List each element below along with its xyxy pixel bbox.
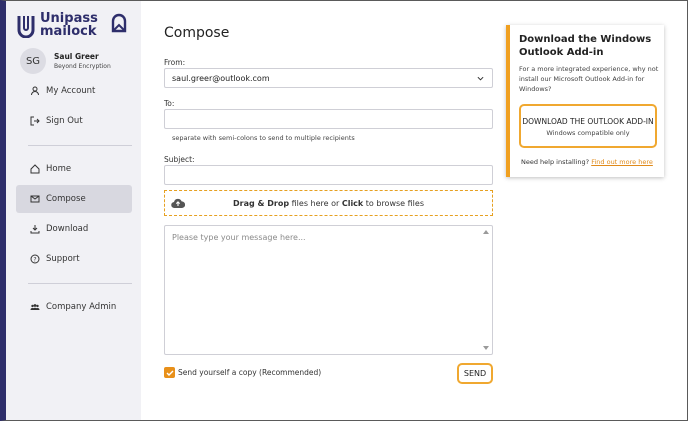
addin-help-text: Need help installing? bbox=[521, 158, 592, 166]
nav-sign-out-label: Sign Out bbox=[46, 116, 83, 126]
help-icon: ? bbox=[30, 254, 40, 264]
download-addin-sublabel: Windows compatible only bbox=[546, 128, 630, 137]
sidebar: Unipass mailock SG Saul Greer Beyond Enc… bbox=[6, 1, 141, 420]
home-icon bbox=[30, 164, 40, 174]
nav-company-admin-label: Company Admin bbox=[46, 302, 117, 312]
scroll-up-arrow[interactable] bbox=[483, 230, 489, 234]
cloud-upload-icon bbox=[171, 198, 185, 209]
find-out-more-link[interactable]: Find out more here bbox=[591, 158, 653, 166]
sidebar-divider bbox=[28, 283, 132, 284]
subject-input[interactable] bbox=[164, 165, 493, 185]
unipass-logo-icon bbox=[17, 16, 35, 38]
nav-home[interactable]: Home bbox=[16, 155, 132, 183]
file-dropzone[interactable]: Drag & Drop files here or Click to brows… bbox=[164, 190, 493, 216]
checkmark-icon bbox=[166, 370, 173, 376]
subject-label: Subject: bbox=[164, 155, 195, 164]
nav-compose[interactable]: Compose bbox=[16, 185, 132, 213]
message-textarea[interactable]: Please type your message here... bbox=[164, 225, 493, 355]
send-copy-option: Send yourself a copy (Recommended) bbox=[164, 367, 321, 378]
nav-download-label: Download bbox=[46, 224, 89, 234]
dropzone-bold-click[interactable]: Click bbox=[342, 199, 363, 208]
brand-name: Unipass mailock bbox=[40, 12, 98, 38]
brand-line-2: mailock bbox=[40, 24, 97, 39]
nav-support[interactable]: ? Support bbox=[16, 245, 132, 273]
send-button[interactable]: SEND bbox=[457, 363, 493, 384]
nav-download[interactable]: Download bbox=[16, 215, 132, 243]
message-placeholder: Please type your message here... bbox=[172, 233, 306, 242]
group-icon bbox=[30, 304, 40, 310]
download-icon bbox=[30, 225, 40, 234]
to-input[interactable] bbox=[164, 109, 493, 129]
avatar: SG bbox=[20, 48, 46, 74]
user-subtitle: Beyond Encryption bbox=[54, 63, 111, 70]
download-addin-label: DOWNLOAD THE OUTLOOK ADD-IN bbox=[522, 116, 654, 126]
outlook-addin-card: Download the Windows Outlook Add-in For … bbox=[506, 25, 664, 177]
nav-my-account[interactable]: My Account bbox=[16, 77, 132, 105]
addin-description: For a more integrated experience, why no… bbox=[519, 65, 659, 93]
user-name: Saul Greer bbox=[54, 52, 99, 61]
mail-icon bbox=[30, 195, 40, 203]
nav-support-label: Support bbox=[46, 254, 80, 264]
dropzone-bold-drag: Drag & Drop bbox=[233, 198, 290, 208]
sidebar-divider bbox=[28, 145, 132, 146]
svg-text:?: ? bbox=[33, 256, 36, 263]
dropzone-text-1: files here or bbox=[289, 198, 342, 208]
nav-compose-label: Compose bbox=[46, 194, 86, 204]
addin-help: Need help installing? Find out more here bbox=[521, 158, 653, 166]
logo: Unipass mailock bbox=[16, 9, 128, 41]
sign-out-icon bbox=[30, 116, 40, 126]
mailock-logo-icon bbox=[111, 13, 127, 33]
user-profile: SG Saul Greer Beyond Encryption bbox=[20, 48, 111, 74]
from-value: saul.greer@outlook.com bbox=[172, 73, 270, 83]
nav-home-label: Home bbox=[46, 164, 72, 174]
from-select[interactable]: saul.greer@outlook.com bbox=[164, 68, 493, 88]
nav-sign-out[interactable]: Sign Out bbox=[16, 107, 132, 135]
to-hint: separate with semi-colons to send to mul… bbox=[172, 134, 355, 142]
chevron-down-icon bbox=[477, 76, 484, 81]
dropzone-text: Drag & Drop files here or Click to brows… bbox=[233, 199, 424, 208]
to-label: To: bbox=[164, 99, 175, 108]
from-label: From: bbox=[164, 58, 186, 67]
dropzone-text-2: to browse files bbox=[363, 198, 424, 208]
nav-company-admin[interactable]: Company Admin bbox=[16, 293, 132, 321]
download-addin-button[interactable]: DOWNLOAD THE OUTLOOK ADD-IN Windows comp… bbox=[519, 104, 657, 148]
send-copy-label: Send yourself a copy (Recommended) bbox=[178, 368, 322, 377]
addin-title: Download the Windows Outlook Add-in bbox=[519, 34, 652, 58]
send-copy-checkbox[interactable] bbox=[164, 367, 175, 378]
page-title: Compose bbox=[164, 25, 230, 41]
scroll-down-arrow[interactable] bbox=[483, 346, 489, 350]
nav-my-account-label: My Account bbox=[46, 86, 96, 96]
user-icon bbox=[31, 86, 39, 96]
